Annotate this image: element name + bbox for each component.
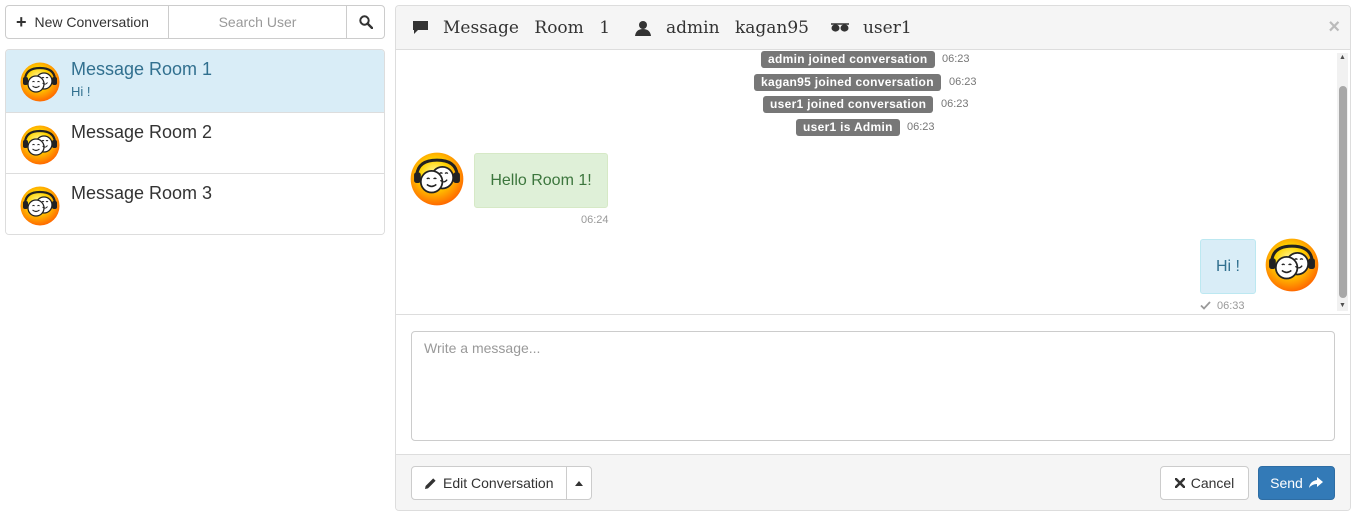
left-toolbar: + New Conversation <box>5 5 385 39</box>
close-icon[interactable]: × <box>1328 16 1340 39</box>
room-members: admin kagan95 <box>666 17 809 38</box>
chat-footer: Edit Conversation Cancel Send <box>396 454 1350 510</box>
system-message-time: 06:23 <box>949 76 977 88</box>
message-bubble-incoming: Hello Room 1! <box>474 153 608 208</box>
room-item-1[interactable]: Message Room 1 Hi ! <box>6 50 384 112</box>
system-message-time: 06:23 <box>907 121 935 133</box>
message-list: admin joined conversation 06:23 kagan95 … <box>396 51 1350 314</box>
message-text: Hi ! <box>1216 257 1240 275</box>
room-watcher: user1 <box>862 17 912 38</box>
send-button[interactable]: Send <box>1258 466 1335 500</box>
check-icon <box>1200 297 1211 313</box>
scroll-up-arrow-icon[interactable]: ▲ <box>1337 53 1348 63</box>
system-message-text: user1 is Admin <box>796 119 900 136</box>
avatar <box>20 186 60 226</box>
compose-area <box>396 314 1350 453</box>
cancel-label: Cancel <box>1190 475 1235 491</box>
room-name: Message Room 1 <box>71 59 213 79</box>
message-time: 06:24 <box>581 214 609 226</box>
new-conversation-button[interactable]: + New Conversation <box>5 5 169 39</box>
comment-icon <box>411 20 429 35</box>
send-label: Send <box>1270 475 1303 491</box>
system-message-time: 06:23 <box>941 98 969 110</box>
pencil-icon <box>425 477 436 489</box>
chat-header: Message Room 1 admin kagan95 user1 × <box>396 6 1350 50</box>
search-user-input[interactable] <box>169 5 346 39</box>
caret-up-icon <box>575 480 583 486</box>
system-message: admin joined conversation 06:23 <box>396 51 1336 71</box>
room-title: Message Room 1 <box>443 17 611 38</box>
avatar <box>1265 238 1319 292</box>
system-message-text: kagan95 joined conversation <box>754 74 941 91</box>
chat-panel: Message Room 1 admin kagan95 user1 × adm… <box>395 5 1351 511</box>
search-button[interactable] <box>346 5 385 39</box>
message-time: 06:33 <box>1217 300 1245 312</box>
avatar <box>20 125 60 165</box>
room-name: Message Room 3 <box>71 183 213 203</box>
messages-scrollbar[interactable]: ▲ ▼ <box>1337 53 1348 311</box>
edit-conversation-button[interactable]: Edit Conversation <box>411 466 567 500</box>
message-bubble-outgoing: Hi ! <box>1200 239 1256 294</box>
room-name: Message Room 2 <box>71 122 213 142</box>
avatar <box>20 62 60 102</box>
system-message-text: admin joined conversation <box>761 51 935 68</box>
system-message: user1 is Admin 06:23 <box>396 119 1336 139</box>
cancel-button[interactable]: Cancel <box>1160 466 1249 500</box>
scroll-down-arrow-icon[interactable]: ▼ <box>1337 301 1348 311</box>
share-arrow-icon <box>1308 477 1323 488</box>
system-message: user1 joined conversation 06:23 <box>396 96 1336 116</box>
system-message: kagan95 joined conversation 06:23 <box>396 74 1336 94</box>
room-list: Message Room 1 Hi ! Message Room 2 Messa… <box>5 49 385 235</box>
room-item-3[interactable]: Message Room 3 <box>6 173 384 234</box>
user-icon <box>634 20 652 36</box>
sunglasses-icon <box>830 22 849 33</box>
room-last-message: Hi ! <box>71 84 91 99</box>
system-message-time: 06:23 <box>942 53 970 65</box>
new-conversation-label: New Conversation <box>34 14 149 30</box>
system-message-text: user1 joined conversation <box>763 96 934 113</box>
message-input[interactable] <box>411 331 1335 441</box>
scrollbar-thumb[interactable] <box>1339 86 1347 298</box>
search-icon <box>358 15 373 29</box>
edit-options-dropdown[interactable] <box>566 466 592 500</box>
message-text: Hello Room 1! <box>490 171 592 189</box>
room-item-2[interactable]: Message Room 2 <box>6 112 384 173</box>
edit-conversation-label: Edit Conversation <box>443 475 554 491</box>
plus-icon: + <box>16 12 27 32</box>
avatar <box>410 152 464 206</box>
close-icon <box>1174 478 1185 488</box>
